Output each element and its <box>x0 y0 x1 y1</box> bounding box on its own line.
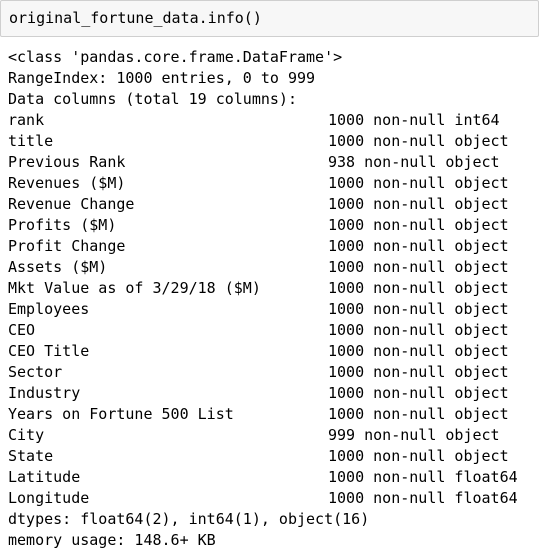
column-name: Profit Change <box>8 237 126 255</box>
column-row: Profit Change 1000 non-null object <box>8 236 540 257</box>
column-name: title <box>8 132 54 150</box>
column-row: Mkt Value as of 3/29/18 ($M) 1000 non-nul… <box>8 278 540 299</box>
column-info: 1000 non-null object <box>328 321 509 339</box>
column-row: Employees 1000 non-null object <box>8 299 540 320</box>
column-info: 999 non-null object <box>328 426 500 444</box>
column-info: 1000 non-null object <box>328 363 509 381</box>
column-name: Longitude <box>8 489 90 507</box>
column-name: Sector <box>8 363 63 381</box>
column-name: Revenues ($M) <box>8 174 126 192</box>
column-row: Latitude 1000 non-null float64 <box>8 467 540 488</box>
column-row: CEO 1000 non-null object <box>8 320 540 341</box>
output-class-line: <class 'pandas.core.frame.DataFrame'> <box>8 48 343 66</box>
column-row: Years on Fortune 500 List 1000 non-null o… <box>8 404 540 425</box>
column-name: Previous Rank <box>8 153 126 171</box>
output-dtypes-line: dtypes: float64(2), int64(1), object(16) <box>8 510 370 528</box>
column-name: Mkt Value as of 3/29/18 ($M) <box>8 279 261 297</box>
column-info: 1000 non-null object <box>328 342 509 360</box>
column-name: CEO Title <box>8 342 90 360</box>
column-name: Latitude <box>8 468 81 486</box>
column-name: CEO <box>8 321 36 339</box>
output-memory-line: memory usage: 148.6+ KB <box>8 531 216 549</box>
column-row: rank 1000 non-null int64 <box>8 110 540 131</box>
column-name: rank <box>8 111 45 129</box>
column-name: Profits ($M) <box>8 216 117 234</box>
column-name: Assets ($M) <box>8 258 108 276</box>
column-row: Profits ($M) 1000 non-null object <box>8 215 540 236</box>
column-info: 1000 non-null object <box>328 279 509 297</box>
column-info: 1000 non-null object <box>328 195 509 213</box>
column-info: 1000 non-null object <box>328 237 509 255</box>
column-info: 1000 non-null object <box>328 216 509 234</box>
column-info: 1000 non-null float64 <box>328 468 518 486</box>
column-name: Employees <box>8 300 90 318</box>
column-info: 1000 non-null object <box>328 300 509 318</box>
column-row: title 1000 non-null object <box>8 131 540 152</box>
column-info: 1000 non-null object <box>328 174 509 192</box>
columns-list: rank 1000 non-null int64 title 1000 non-nul… <box>8 110 540 509</box>
column-name: Industry <box>8 384 81 402</box>
column-row: City 999 non-null object <box>8 425 540 446</box>
column-row: State 1000 non-null object <box>8 446 540 467</box>
column-row: Assets ($M) 1000 non-null object <box>8 257 540 278</box>
column-info: 1000 non-null object <box>328 258 509 276</box>
column-name: Revenue Change <box>8 195 135 213</box>
column-info: 1000 non-null float64 <box>328 489 518 507</box>
column-row: Previous Rank 938 non-null object <box>8 152 540 173</box>
output-index-line: RangeIndex: 1000 entries, 0 to 999 <box>8 69 316 87</box>
cell-output: <class 'pandas.core.frame.DataFrame'> Ra… <box>8 47 540 551</box>
column-name: State <box>8 447 54 465</box>
column-row: Revenues ($M) 1000 non-null object <box>8 173 540 194</box>
code-input-cell[interactable]: original_fortune_data.info() <box>0 0 539 37</box>
column-name: City <box>8 426 45 444</box>
column-info: 938 non-null object <box>328 153 500 171</box>
code-input-text[interactable]: original_fortune_data.info() <box>9 8 262 29</box>
column-row: Sector 1000 non-null object <box>8 362 540 383</box>
column-info: 1000 non-null object <box>328 384 509 402</box>
column-info: 1000 non-null int64 <box>328 111 500 129</box>
column-info: 1000 non-null object <box>328 447 509 465</box>
output-columns-header: Data columns (total 19 columns): <box>8 90 297 108</box>
column-row: Longitude 1000 non-null float64 <box>8 488 540 509</box>
column-row: Industry 1000 non-null object <box>8 383 540 404</box>
column-row: Revenue Change 1000 non-null object <box>8 194 540 215</box>
column-info: 1000 non-null object <box>328 405 509 423</box>
column-name: Years on Fortune 500 List <box>8 405 234 423</box>
column-info: 1000 non-null object <box>328 132 509 150</box>
column-row: CEO Title 1000 non-null object <box>8 341 540 362</box>
